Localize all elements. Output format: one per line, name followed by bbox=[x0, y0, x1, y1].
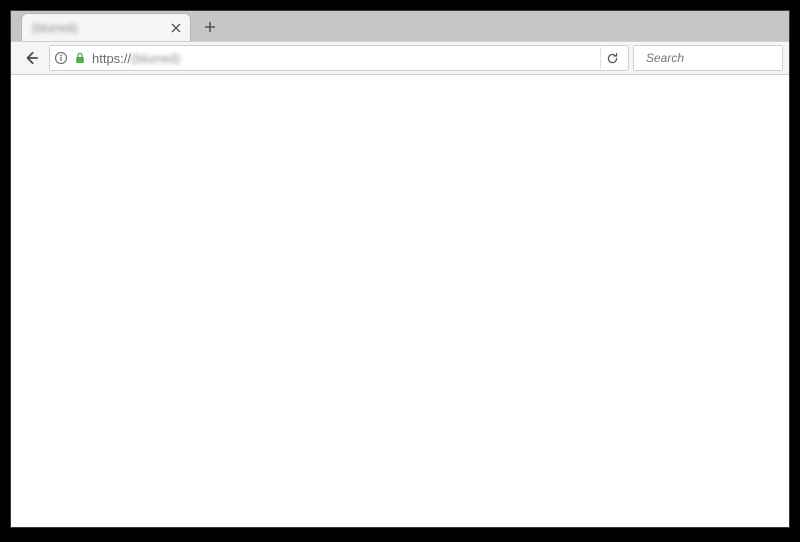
address-bar[interactable]: https:// (blurred) bbox=[49, 45, 629, 71]
url-text[interactable]: https:// (blurred) bbox=[92, 51, 594, 66]
search-input[interactable] bbox=[646, 51, 800, 65]
lock-icon bbox=[74, 52, 86, 64]
url-scheme: https:// bbox=[92, 51, 131, 66]
tab-close-button[interactable] bbox=[168, 20, 184, 36]
navigation-toolbar: https:// (blurred) bbox=[11, 41, 789, 75]
back-button[interactable] bbox=[17, 45, 45, 71]
tab-title: (blurred) bbox=[32, 21, 168, 35]
info-icon bbox=[54, 51, 68, 65]
reload-button[interactable] bbox=[600, 47, 624, 69]
back-arrow-icon bbox=[24, 51, 38, 65]
url-host: (blurred) bbox=[131, 51, 180, 66]
search-bar[interactable] bbox=[633, 45, 783, 71]
new-tab-button[interactable] bbox=[197, 14, 223, 40]
page-content bbox=[11, 75, 789, 527]
browser-window: (blurred) https:// bbox=[10, 10, 790, 528]
active-tab[interactable]: (blurred) bbox=[21, 13, 191, 41]
reload-icon bbox=[606, 52, 619, 65]
tab-strip: (blurred) bbox=[11, 11, 789, 41]
plus-icon bbox=[204, 21, 216, 33]
site-info-button[interactable] bbox=[54, 51, 68, 65]
close-icon bbox=[171, 23, 181, 33]
